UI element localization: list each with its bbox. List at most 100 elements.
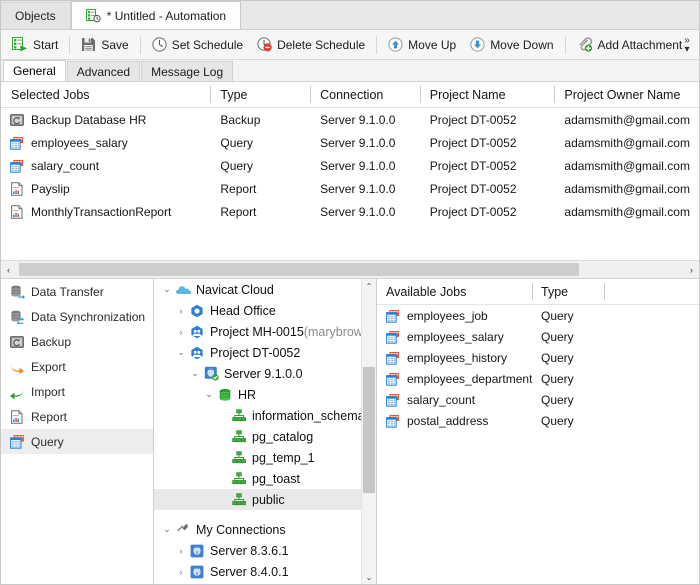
- tree-node-project-dt-0052[interactable]: ⌄ Project DT-0052: [154, 342, 376, 363]
- delete-schedule-button[interactable]: Delete Schedule: [250, 33, 372, 57]
- column-header-project-name[interactable]: Project Name: [419, 82, 555, 107]
- table-row[interactable]: Payslip Report Server 9.1.0.0 Project DT…: [1, 177, 699, 200]
- tab-message-log[interactable]: Message Log: [141, 61, 234, 81]
- move-down-button[interactable]: Move Down: [463, 33, 560, 57]
- tree-node-pg-temp-1[interactable]: pg_temp_1: [154, 447, 376, 468]
- delete-schedule-button-label: Delete Schedule: [277, 37, 366, 52]
- list-item[interactable]: postal_address Query: [377, 410, 699, 431]
- tree-node-project-mh-0015[interactable]: › Project MH-0015 (marybrow: [154, 321, 376, 342]
- tree-node-server-9-0-0-1[interactable]: › Server 9.0.0.1: [154, 582, 376, 584]
- start-icon: [12, 37, 28, 52]
- tree-node-information-schema[interactable]: information_schema: [154, 405, 376, 426]
- list-item[interactable]: employees_salary Query: [377, 326, 699, 347]
- job-type-label: Query: [31, 434, 64, 449]
- connections-icon: [174, 523, 192, 537]
- scroll-down-arrow[interactable]: ⌄: [362, 570, 376, 584]
- table-row[interactable]: employees_salary Query Server 9.1.0.0 Pr…: [1, 131, 699, 154]
- chevron-right-icon[interactable]: ›: [174, 546, 188, 556]
- job-owner: adamsmith@gmail.com: [564, 112, 690, 127]
- toolbar-overflow-button[interactable]: » ▾: [679, 31, 695, 58]
- table-row[interactable]: salary_count Query Server 9.1.0.0 Projec…: [1, 154, 699, 177]
- save-icon: [81, 37, 96, 52]
- chevron-down-icon[interactable]: ⌄: [160, 284, 174, 295]
- available-job-type: Query: [541, 308, 574, 323]
- job-connection: Server 9.1.0.0: [320, 112, 396, 127]
- chevron-down-icon[interactable]: ⌄: [188, 368, 202, 379]
- tree-node-pg-catalog[interactable]: pg_catalog: [154, 426, 376, 447]
- chevron-down-icon[interactable]: ⌄: [160, 524, 174, 535]
- tree-node-server-8-3-6-1[interactable]: › Server 8.3.6.1: [154, 540, 376, 561]
- column-header-type[interactable]: Type: [210, 82, 310, 107]
- column-header-blank[interactable]: [604, 279, 664, 304]
- tree-node-pg-toast[interactable]: pg_toast: [154, 468, 376, 489]
- cloud-icon: [174, 284, 192, 296]
- chevron-right-icon[interactable]: ›: [174, 306, 188, 316]
- window-tab-label: * Untitled - Automation: [106, 8, 227, 23]
- save-button[interactable]: Save: [74, 33, 135, 57]
- project-icon: [188, 325, 206, 339]
- chevron-down-icon[interactable]: ⌄: [174, 347, 188, 358]
- start-button[interactable]: Start: [5, 33, 65, 57]
- list-item[interactable]: employees_job Query: [377, 305, 699, 326]
- chevron-right-icon[interactable]: ›: [174, 567, 188, 577]
- horizontal-scroll-thumb[interactable]: [19, 263, 579, 276]
- tree-node-my-connections[interactable]: ⌄ My Connections: [154, 519, 376, 540]
- job-type-item-backup[interactable]: Backup: [1, 329, 153, 354]
- job-type-item-report[interactable]: Report: [1, 404, 153, 429]
- add-attachment-button[interactable]: Add Attachment: [570, 33, 690, 57]
- export-icon: [8, 360, 26, 374]
- job-type-item-data-synchronization[interactable]: Data Synchronization: [1, 304, 153, 329]
- horizontal-scrollbar[interactable]: ‹ ›: [1, 260, 699, 279]
- horizontal-scroll-track[interactable]: [16, 261, 684, 278]
- scroll-right-arrow[interactable]: ›: [684, 261, 699, 278]
- job-type-item-query[interactable]: Query: [1, 429, 153, 454]
- window-tab-objects[interactable]: Objects: [1, 2, 71, 29]
- chevron-down-icon[interactable]: ⌄: [202, 389, 216, 400]
- column-header-type[interactable]: Type: [532, 279, 604, 304]
- available-job-type: Query: [541, 392, 574, 407]
- arrow-up-icon: [388, 37, 403, 52]
- job-type-label: Import: [31, 384, 66, 399]
- tab-advanced[interactable]: Advanced: [66, 61, 141, 81]
- tab-label: General: [13, 64, 56, 78]
- column-header-selected-jobs[interactable]: Selected Jobs: [1, 82, 210, 107]
- tree-node-server-8-4-0-1[interactable]: › Server 8.4.0.1: [154, 561, 376, 582]
- job-type-item-data-transfer[interactable]: Data Transfer: [1, 279, 153, 304]
- tab-general[interactable]: General: [3, 60, 66, 81]
- job-name: salary_count: [31, 158, 100, 173]
- table-row[interactable]: Backup Database HR Backup Server 9.1.0.0…: [1, 108, 699, 131]
- table-row[interactable]: MonthlyTransactionReport Report Server 9…: [1, 200, 699, 223]
- list-item[interactable]: employees_history Query: [377, 347, 699, 368]
- list-item[interactable]: salary_count Query: [377, 389, 699, 410]
- query-icon: [10, 159, 24, 173]
- tree-node-navicat-cloud[interactable]: ⌄ Navicat Cloud: [154, 279, 376, 300]
- query-icon: [386, 309, 400, 323]
- column-header-available-jobs[interactable]: Available Jobs: [377, 279, 532, 304]
- job-type-item-export[interactable]: Export: [1, 354, 153, 379]
- job-type: Query: [220, 135, 254, 150]
- server-connected-icon: [202, 366, 220, 381]
- tree-node-server-9-1-0-0[interactable]: ⌄ Server 9.1.0.0: [154, 363, 376, 384]
- vertical-scroll-thumb[interactable]: [363, 367, 375, 493]
- window-tab-automation[interactable]: * Untitled - Automation: [70, 1, 242, 29]
- job-name: Backup Database HR: [31, 112, 147, 127]
- tree-node-head-office[interactable]: › Head Office: [154, 300, 376, 321]
- job-type-item-import[interactable]: Import: [1, 379, 153, 404]
- scroll-left-arrow[interactable]: ‹: [1, 261, 16, 278]
- tree-node-label: Server 8.3.6.1: [210, 543, 289, 558]
- column-header-project-owner-name[interactable]: Project Owner Name: [554, 82, 699, 107]
- scroll-up-arrow[interactable]: ⌃: [362, 279, 376, 293]
- list-item[interactable]: employees_department Query: [377, 368, 699, 389]
- main-toolbar: Start Save Set Schedule Delete Schedule …: [1, 30, 699, 60]
- column-header-connection[interactable]: Connection: [310, 82, 420, 107]
- schema-icon: [230, 472, 248, 485]
- chevron-right-icon[interactable]: ›: [174, 327, 188, 337]
- tree-vertical-scrollbar[interactable]: ⌃ ⌄: [361, 279, 376, 584]
- report-icon: [10, 181, 24, 196]
- tree-node-hr[interactable]: ⌄ HR: [154, 384, 376, 405]
- job-type-label: Report: [31, 409, 68, 424]
- set-schedule-button[interactable]: Set Schedule: [145, 33, 250, 57]
- move-up-button[interactable]: Move Up: [381, 33, 463, 57]
- available-job-name: employees_history: [407, 350, 508, 365]
- tree-node-public[interactable]: public: [154, 489, 376, 510]
